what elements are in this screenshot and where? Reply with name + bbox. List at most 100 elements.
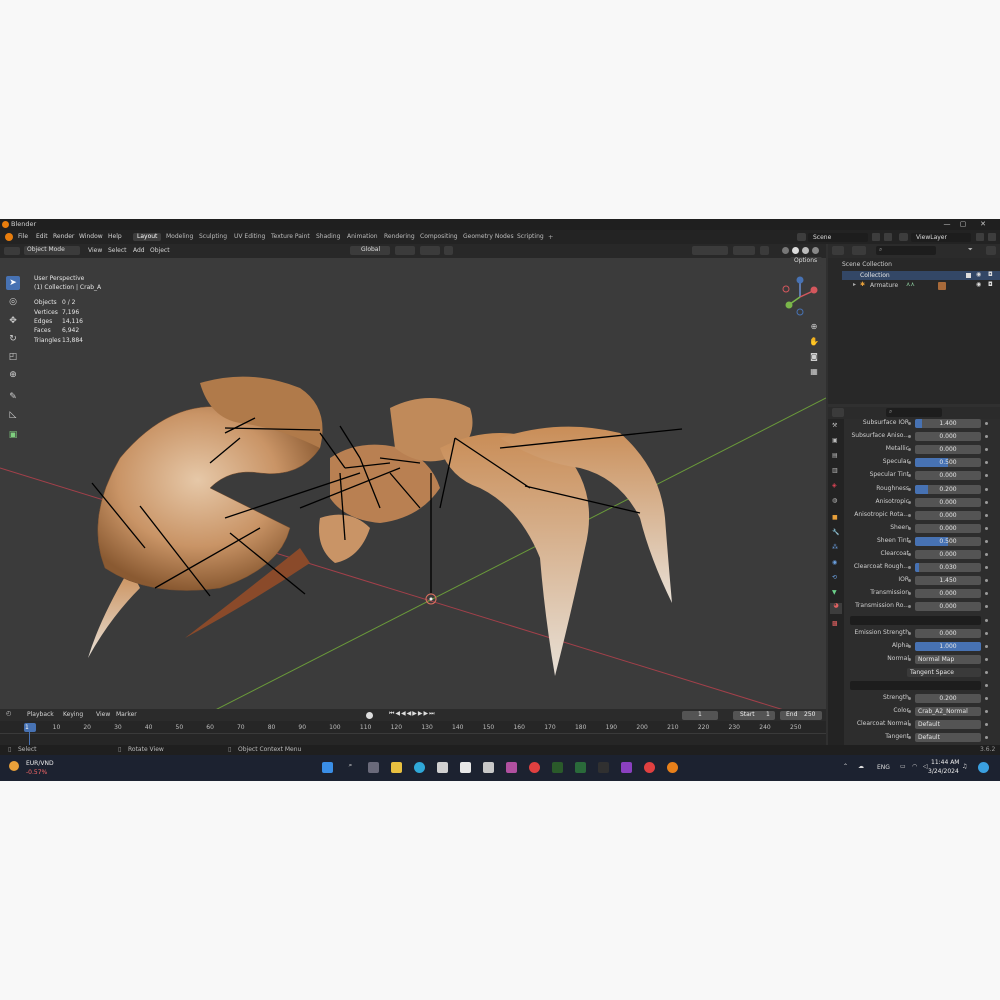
display-icon[interactable]: ▭ bbox=[900, 764, 906, 770]
record-icon[interactable] bbox=[366, 712, 373, 719]
add-cube-tool-icon[interactable]: ▣ bbox=[6, 428, 20, 442]
menu-render[interactable]: Render bbox=[53, 234, 74, 240]
annotate-tool-icon[interactable]: ✎ bbox=[6, 390, 20, 404]
shading-wireframe-icon[interactable] bbox=[782, 247, 789, 254]
tray-chevron-icon[interactable]: ⌃ bbox=[843, 764, 848, 770]
overlay-icon[interactable] bbox=[760, 246, 769, 255]
terminal-icon[interactable] bbox=[598, 762, 609, 773]
end-frame-field[interactable]: End 250 bbox=[780, 711, 822, 720]
maximize-icon[interactable]: ▢ bbox=[956, 220, 970, 229]
gizmo-icon[interactable] bbox=[733, 246, 755, 255]
property-field[interactable]: 0.200 bbox=[915, 484, 981, 494]
tab-modeling[interactable]: Modeling bbox=[162, 233, 197, 241]
app-icon-2[interactable] bbox=[483, 762, 494, 773]
transform-tool-icon[interactable]: ⊕ bbox=[6, 368, 20, 382]
property-field[interactable]: 1.450 bbox=[915, 576, 981, 586]
timeline-editor-icon[interactable]: ◴ bbox=[6, 711, 11, 717]
copy-scene-icon[interactable] bbox=[872, 233, 880, 241]
options-dropdown[interactable]: Options bbox=[790, 257, 822, 266]
modifier-tab-icon[interactable]: 🔧 bbox=[832, 530, 839, 536]
cursor-tool-icon[interactable]: ◎ bbox=[6, 295, 20, 309]
app-icon-4[interactable] bbox=[552, 762, 563, 773]
property-field[interactable]: 0.000 bbox=[915, 471, 981, 481]
collection-eye-icon[interactable]: ◉ bbox=[976, 272, 981, 278]
edge-icon[interactable] bbox=[414, 762, 425, 773]
keyframe-dot-icon[interactable] bbox=[985, 657, 988, 661]
keyframe-dot-icon[interactable] bbox=[985, 670, 988, 674]
property-field[interactable]: 0.500 bbox=[915, 458, 981, 468]
navigation-gizmo[interactable] bbox=[778, 274, 824, 320]
tab-texture-paint[interactable]: Texture Paint bbox=[267, 233, 314, 241]
socket-dot-icon[interactable] bbox=[908, 513, 911, 517]
3d-viewport[interactable]: User Perspective (1) Collection | Crab_A… bbox=[0, 257, 826, 709]
view-layer-tab-icon[interactable]: ▥ bbox=[832, 468, 838, 474]
keyframe-dot-icon[interactable] bbox=[985, 422, 988, 425]
menu-edit[interactable]: Edit bbox=[36, 234, 48, 240]
zoom-icon[interactable]: ⊕ bbox=[808, 321, 820, 333]
keyframe-dot-icon[interactable] bbox=[985, 618, 988, 622]
property-field[interactable]: Default bbox=[915, 733, 981, 743]
scale-tool-icon[interactable]: ◰ bbox=[6, 350, 20, 364]
socket-dot-icon[interactable] bbox=[908, 500, 911, 504]
menu-playback[interactable]: Playback bbox=[27, 712, 54, 718]
property-field[interactable]: 0.000 bbox=[915, 445, 981, 455]
tab-scripting[interactable]: Scripting bbox=[513, 233, 548, 241]
menu-object[interactable]: Object bbox=[150, 248, 170, 254]
property-field[interactable]: 0.200 bbox=[915, 694, 981, 704]
property-field[interactable]: 0.000 bbox=[915, 432, 981, 442]
socket-dot-icon[interactable] bbox=[908, 644, 911, 648]
armature-eye-icon[interactable]: ◉ bbox=[976, 282, 981, 288]
menu-marker[interactable]: Marker bbox=[116, 712, 137, 718]
measure-tool-icon[interactable]: ◺ bbox=[6, 408, 20, 422]
new-collection-icon[interactable] bbox=[986, 246, 996, 255]
delete-view-layer-icon[interactable] bbox=[988, 233, 996, 241]
visibility-icon[interactable] bbox=[692, 246, 728, 255]
menu-file[interactable]: File bbox=[18, 234, 28, 240]
display-mode-icon[interactable] bbox=[852, 246, 866, 255]
start-frame-field[interactable]: Start 1 bbox=[733, 711, 775, 720]
shading-rendered-icon[interactable] bbox=[812, 247, 819, 254]
add-workspace-icon[interactable]: + bbox=[548, 234, 553, 241]
socket-dot-icon[interactable] bbox=[908, 526, 911, 530]
file-explorer-icon[interactable] bbox=[391, 762, 402, 773]
proportional-edit-icon[interactable] bbox=[444, 246, 453, 255]
socket-dot-icon[interactable] bbox=[908, 539, 911, 543]
menu-add[interactable]: Add bbox=[133, 248, 145, 254]
keyframe-dot-icon[interactable] bbox=[985, 539, 988, 543]
collection-camera-icon[interactable]: ◘ bbox=[988, 272, 993, 278]
scene-tab-icon[interactable]: ◈ bbox=[832, 483, 837, 489]
armature-camera-icon[interactable]: ◘ bbox=[988, 282, 993, 288]
scene-field[interactable]: Scene bbox=[808, 233, 868, 242]
outliner-collection-row[interactable]: Collection ◉ ◘ bbox=[842, 271, 1000, 280]
blender-taskbar-icon[interactable] bbox=[667, 762, 678, 773]
properties-editor-icon[interactable] bbox=[832, 408, 844, 417]
transform-orientation-dropdown[interactable]: Global bbox=[350, 246, 390, 255]
property-field[interactable]: 0.500 bbox=[915, 536, 981, 546]
tab-compositing[interactable]: Compositing bbox=[416, 233, 462, 241]
tab-geometry-nodes[interactable]: Geometry Nodes bbox=[459, 233, 518, 241]
keyframe-dot-icon[interactable] bbox=[985, 644, 988, 648]
delete-scene-icon[interactable] bbox=[884, 233, 892, 241]
pan-hand-icon[interactable]: ✋ bbox=[808, 336, 820, 348]
property-field[interactable]: 0.000 bbox=[915, 523, 981, 533]
keyframe-dot-icon[interactable] bbox=[985, 500, 988, 504]
tab-shading[interactable]: Shading bbox=[312, 233, 344, 241]
world-tab-icon[interactable]: ◍ bbox=[832, 498, 837, 504]
constraints-tab-icon[interactable]: ⟲ bbox=[832, 575, 837, 581]
expand-arrow-icon[interactable]: ▸ bbox=[853, 282, 856, 288]
app-icon-6[interactable] bbox=[621, 762, 632, 773]
app-icon-3[interactable] bbox=[506, 762, 517, 773]
property-field[interactable]: 1.400 bbox=[915, 419, 981, 428]
search-taskbar-icon[interactable]: ⌕ bbox=[345, 762, 356, 773]
tab-animation[interactable]: Animation bbox=[343, 233, 382, 241]
minimize-icon[interactable]: — bbox=[940, 220, 954, 229]
physics-tab-icon[interactable]: ◉ bbox=[832, 560, 837, 566]
widget-icon[interactable] bbox=[9, 761, 19, 771]
chrome-icon[interactable] bbox=[529, 762, 540, 773]
menu-window[interactable]: Window bbox=[79, 234, 103, 240]
blender-menu-icon[interactable] bbox=[5, 233, 13, 241]
material-tab-icon[interactable]: ◕ bbox=[830, 603, 842, 614]
scene-icon[interactable] bbox=[797, 233, 806, 241]
close-icon[interactable]: ✕ bbox=[976, 220, 990, 229]
playback-controls-icon[interactable]: ⏮◀◀◀▶▶▶⏭ bbox=[389, 711, 436, 717]
